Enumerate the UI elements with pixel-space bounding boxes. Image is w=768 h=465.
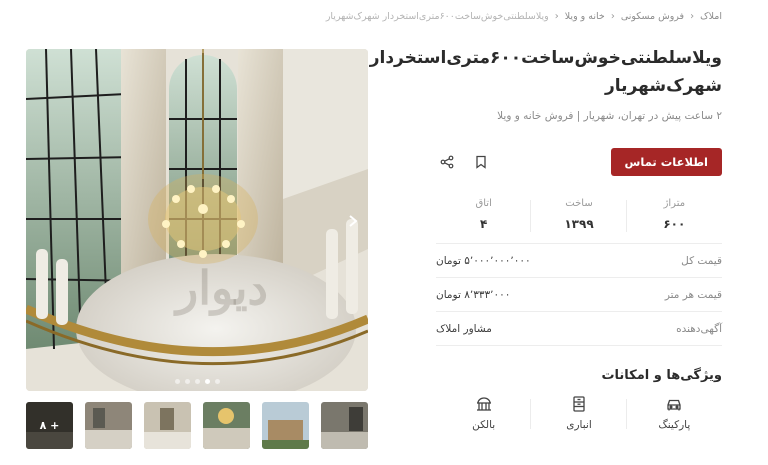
breadcrumb-item-current: ویلاسلطنتی‌خوش‌ساخت۶۰۰متری‌استخردار شهرک… bbox=[325, 11, 549, 22]
balcony-icon bbox=[476, 397, 491, 411]
feature-storage: انباری bbox=[531, 395, 628, 439]
features-title: ویژگی‌ها و امکانات bbox=[601, 368, 722, 383]
feature-balcony: بالکن bbox=[436, 395, 532, 439]
thumbnail-more[interactable]: ۸ + bbox=[26, 402, 73, 449]
listing-title: ویلاسلطنتی‌خوش‌ساخت۶۰۰متری‌استخردار شهرک… bbox=[369, 48, 722, 96]
chevron-left-icon: ‹ bbox=[610, 11, 615, 22]
detail-value: مشاور املاک bbox=[436, 322, 492, 335]
carousel-dot[interactable] bbox=[214, 379, 220, 384]
breadcrumb-item-amlak[interactable]: املاک bbox=[700, 11, 722, 22]
chevron-left-icon: ‹ bbox=[554, 11, 559, 22]
listing-subtitle: ۲ ساعت پیش در تهران، شهریار | فروش خانه … bbox=[497, 110, 722, 122]
feature-label: انباری bbox=[566, 419, 592, 431]
breadcrumb: املاک ‹ فروش مسکونی ‹ خانه و ویلا ‹ ویلا… bbox=[326, 11, 722, 22]
thumbnail[interactable] bbox=[321, 402, 368, 449]
contact-info-button[interactable]: اطلاعات تماس bbox=[610, 148, 722, 176]
stat-label: ساخت bbox=[565, 198, 593, 209]
breadcrumb-item-residential-sale[interactable]: فروش مسکونی bbox=[621, 11, 684, 22]
stat-value: ۶۰۰ bbox=[663, 217, 686, 231]
stat-value: ۱۳۹۹ bbox=[564, 217, 594, 231]
main-photo[interactable]: دیوار bbox=[26, 49, 368, 391]
share-icon[interactable] bbox=[438, 153, 456, 171]
chevron-right-icon[interactable] bbox=[347, 214, 359, 228]
thumbnail[interactable] bbox=[203, 402, 250, 449]
feature-label: پارکینگ bbox=[658, 419, 691, 431]
thumbnail[interactable] bbox=[85, 402, 132, 449]
stat-build-year: ساخت ۱۳۹۹ bbox=[531, 198, 628, 232]
storage-icon bbox=[573, 396, 585, 412]
feature-label: بالکن bbox=[472, 419, 496, 431]
villa-interior-photo bbox=[26, 49, 368, 391]
detail-label: قیمت کل bbox=[681, 254, 722, 267]
detail-label: آگهی‌دهنده bbox=[676, 322, 722, 335]
carousel-dot[interactable] bbox=[184, 379, 190, 384]
thumbnail-strip: ۸ + bbox=[26, 402, 368, 449]
thumbnail[interactable] bbox=[262, 402, 309, 449]
stat-value: ۴ bbox=[480, 217, 488, 231]
detail-row-total-price: قیمت کل ۵٬۰۰۰٬۰۰۰٬۰۰۰ تومان bbox=[436, 244, 722, 278]
stat-rooms: اتاق ۴ bbox=[436, 198, 532, 232]
car-icon bbox=[667, 399, 681, 411]
chevron-left-icon: ‹ bbox=[690, 11, 695, 22]
more-photos-count: ۸ + bbox=[26, 402, 73, 449]
watermark-logo: دیوار bbox=[176, 261, 269, 315]
detail-label: قیمت هر متر bbox=[664, 288, 722, 301]
features-row: پارکینگ انباری بالکن bbox=[436, 395, 722, 439]
detail-row-price-per-meter: قیمت هر متر ۸٬۳۳۳٬۰۰۰ تومان bbox=[436, 278, 722, 312]
listing-info: ویلاسلطنتی‌خوش‌ساخت۶۰۰متری‌استخردار شهرک… bbox=[369, 44, 722, 439]
carousel-dot[interactable] bbox=[194, 379, 200, 384]
bookmark-icon[interactable] bbox=[472, 153, 490, 171]
detail-value: ۸٬۳۳۳٬۰۰۰ تومان bbox=[436, 288, 511, 301]
stats-row: متراژ ۶۰۰ ساخت ۱۳۹۹ اتاق ۴ bbox=[436, 198, 722, 244]
thumbnail[interactable] bbox=[144, 402, 191, 449]
feature-parking: پارکینگ bbox=[627, 395, 722, 439]
detail-row-advertiser: آگهی‌دهنده مشاور املاک bbox=[436, 312, 722, 346]
stat-label: متراژ bbox=[663, 198, 686, 209]
carousel-dots bbox=[26, 379, 368, 384]
stat-area: متراژ ۶۰۰ bbox=[627, 198, 722, 231]
breadcrumb-item-house-villa[interactable]: خانه و ویلا bbox=[565, 11, 605, 22]
listing-actions: اطلاعات تماس bbox=[436, 148, 722, 176]
carousel-dot[interactable] bbox=[204, 379, 210, 384]
detail-value: ۵٬۰۰۰٬۰۰۰٬۰۰۰ تومان bbox=[436, 254, 531, 267]
stat-label: اتاق bbox=[475, 198, 492, 209]
carousel-dot[interactable] bbox=[174, 379, 180, 384]
action-icons bbox=[438, 153, 490, 171]
